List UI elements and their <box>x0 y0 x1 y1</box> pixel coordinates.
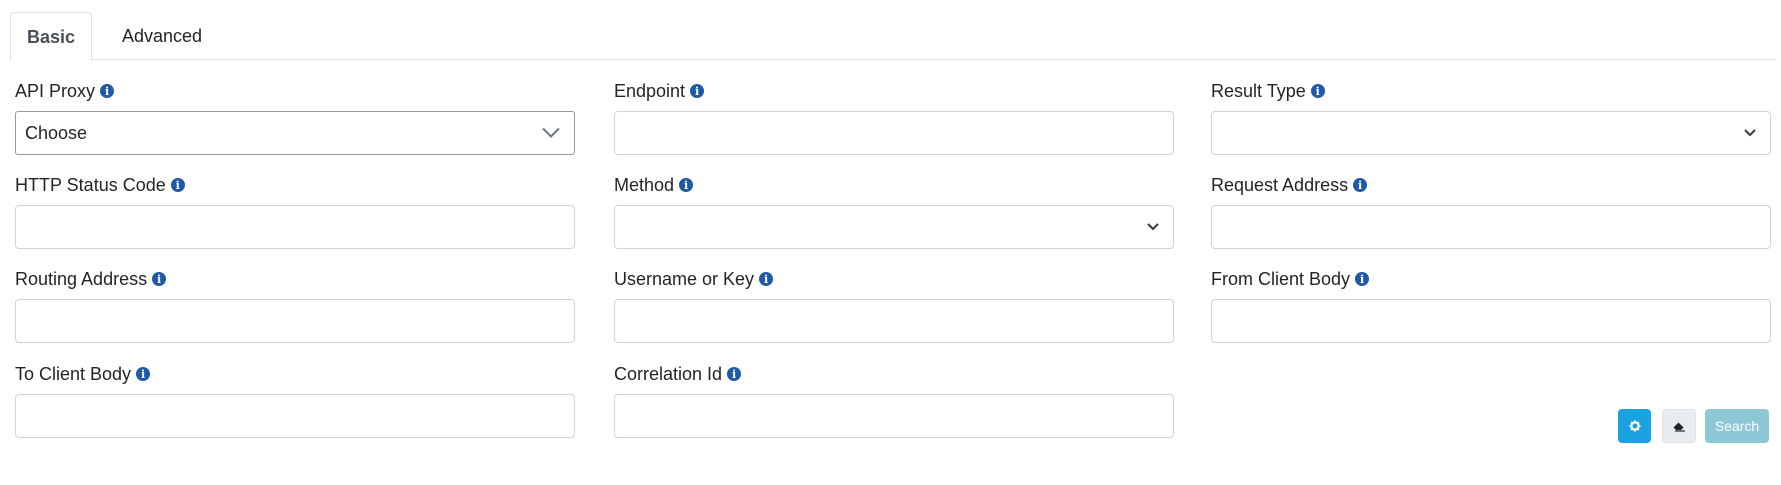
info-icon[interactable]: i <box>1353 178 1368 192</box>
field-username-or-key: Username or Key i <box>614 267 1174 343</box>
correlation-id-input[interactable] <box>614 394 1174 438</box>
eraser-icon <box>1673 422 1685 432</box>
info-icon[interactable]: i <box>759 272 774 286</box>
field-api-proxy: API Proxy i Choose <box>15 79 575 155</box>
method-label: Method <box>614 174 675 195</box>
request-address-input[interactable] <box>1211 205 1771 249</box>
info-icon[interactable]: i <box>152 272 167 286</box>
tab-bar: Basic Advanced <box>10 12 1777 61</box>
info-icon[interactable]: i <box>727 367 742 381</box>
field-request-address: Request Address i <box>1211 173 1771 249</box>
http-status-code-label: HTTP Status Code <box>15 174 166 195</box>
chevron-down-icon <box>1744 129 1756 137</box>
api-proxy-value: Choose <box>25 122 88 143</box>
field-routing-address: Routing Address i <box>15 267 575 343</box>
routing-address-label: Routing Address <box>15 268 148 289</box>
from-client-body-label: From Client Body <box>1211 268 1351 289</box>
info-icon[interactable]: i <box>136 367 151 381</box>
from-client-body-input[interactable] <box>1211 299 1771 343</box>
field-from-client-body: From Client Body i <box>1211 267 1771 343</box>
field-http-status-code: HTTP Status Code i <box>15 173 575 249</box>
field-method: Method i <box>614 173 1174 249</box>
api-proxy-label: API Proxy <box>15 80 96 101</box>
tab-advanced[interactable]: Advanced <box>102 12 222 61</box>
correlation-id-label: Correlation Id <box>614 363 723 384</box>
result-type-label: Result Type <box>1211 80 1306 101</box>
info-icon[interactable]: i <box>1355 272 1370 286</box>
tab-basic[interactable]: Basic <box>10 12 92 61</box>
username-or-key-label: Username or Key <box>614 268 755 289</box>
method-select[interactable] <box>614 205 1174 249</box>
http-status-code-input[interactable] <box>15 205 575 249</box>
result-type-select[interactable] <box>1211 111 1771 155</box>
search-button[interactable]: Search <box>1705 409 1769 443</box>
request-address-label: Request Address <box>1211 174 1349 195</box>
info-icon[interactable]: i <box>100 84 115 98</box>
field-endpoint: Endpoint i <box>614 79 1174 155</box>
routing-address-input[interactable] <box>15 299 575 343</box>
field-to-client-body: To Client Body i <box>15 362 575 438</box>
chevron-down-icon <box>542 127 560 138</box>
to-client-body-label: To Client Body <box>15 363 132 384</box>
info-icon[interactable]: i <box>1310 84 1325 98</box>
username-or-key-input[interactable] <box>614 299 1174 343</box>
clear-button[interactable] <box>1662 409 1696 443</box>
api-proxy-select[interactable]: Choose <box>15 111 575 155</box>
to-client-body-input[interactable] <box>15 394 575 438</box>
field-result-type: Result Type i <box>1211 79 1771 155</box>
settings-button[interactable] <box>1618 409 1651 443</box>
endpoint-label: Endpoint <box>614 80 686 101</box>
info-icon[interactable]: i <box>690 84 705 98</box>
chevron-down-icon <box>1147 223 1159 231</box>
endpoint-input[interactable] <box>614 111 1174 155</box>
field-correlation-id: Correlation Id i <box>614 362 1174 438</box>
info-icon[interactable]: i <box>170 178 185 192</box>
gear-icon <box>1629 420 1640 432</box>
info-icon[interactable]: i <box>679 178 694 192</box>
